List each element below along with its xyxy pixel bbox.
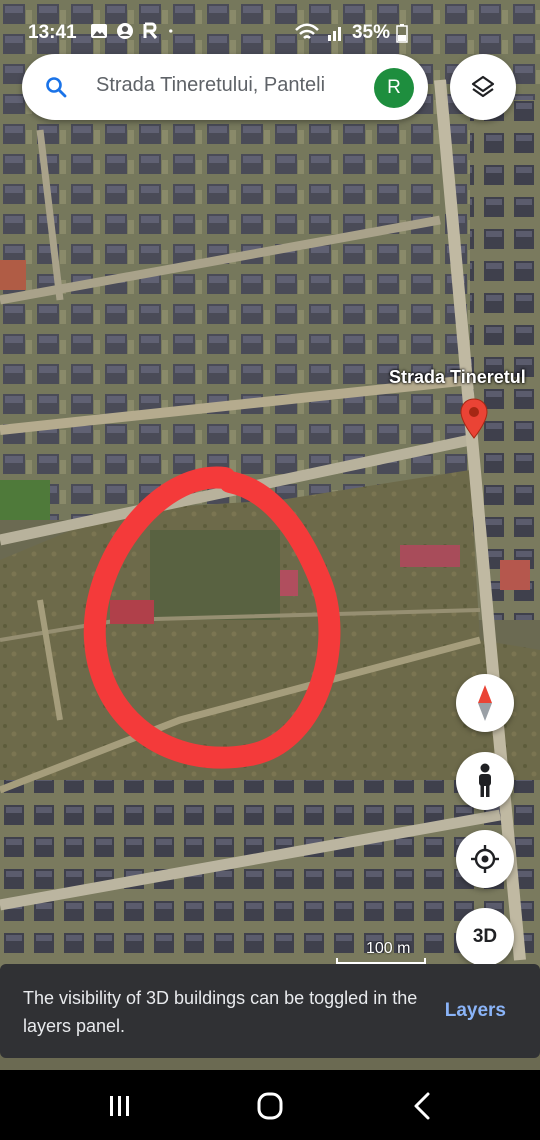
avatar[interactable]: R (374, 68, 414, 108)
battery-percent: 35% (351, 22, 390, 43)
snackbar: The visibility of 3D buildings can be to… (0, 964, 540, 1058)
search-query[interactable]: Strada Tineretului, Panteli (96, 74, 366, 97)
scale-label: 100 m (366, 940, 411, 957)
recents-icon[interactable] (100, 1090, 140, 1122)
signal-icon (327, 27, 341, 41)
battery-icon (396, 24, 408, 43)
r-app-icon (143, 22, 158, 39)
compass-button[interactable] (456, 674, 514, 732)
street-view-button[interactable] (456, 752, 514, 810)
my-location-button[interactable] (456, 830, 514, 888)
dot-icon (169, 29, 173, 33)
red-circle-annotation (83, 466, 341, 769)
status-time: 13:41 (28, 22, 77, 43)
search-bar[interactable]: Strada Tineretului, Panteli R (22, 54, 428, 120)
satellite-map[interactable]: Strada Tineretul 100 m (0, 0, 540, 1070)
gallery-icon (91, 24, 107, 38)
layers-button[interactable] (450, 54, 516, 120)
back-icon[interactable] (402, 1090, 442, 1122)
layers-icon (471, 75, 495, 98)
pegman-icon (479, 763, 491, 797)
compass-icon (478, 685, 492, 721)
place-label[interactable]: Strada Tineretul (389, 367, 526, 388)
wifi-icon (295, 23, 319, 39)
snackbar-layers-action[interactable]: Layers (445, 1000, 506, 1022)
search-icon[interactable] (44, 75, 68, 99)
my-location-icon (471, 845, 499, 873)
3d-toggle-button[interactable]: 3D (456, 908, 514, 966)
snackbar-message: The visibility of 3D buildings can be to… (23, 988, 418, 1036)
system-nav-bar (0, 1070, 540, 1140)
location-pin-icon[interactable] (459, 398, 489, 440)
home-icon[interactable] (250, 1090, 290, 1122)
account-circle-icon (117, 23, 133, 39)
